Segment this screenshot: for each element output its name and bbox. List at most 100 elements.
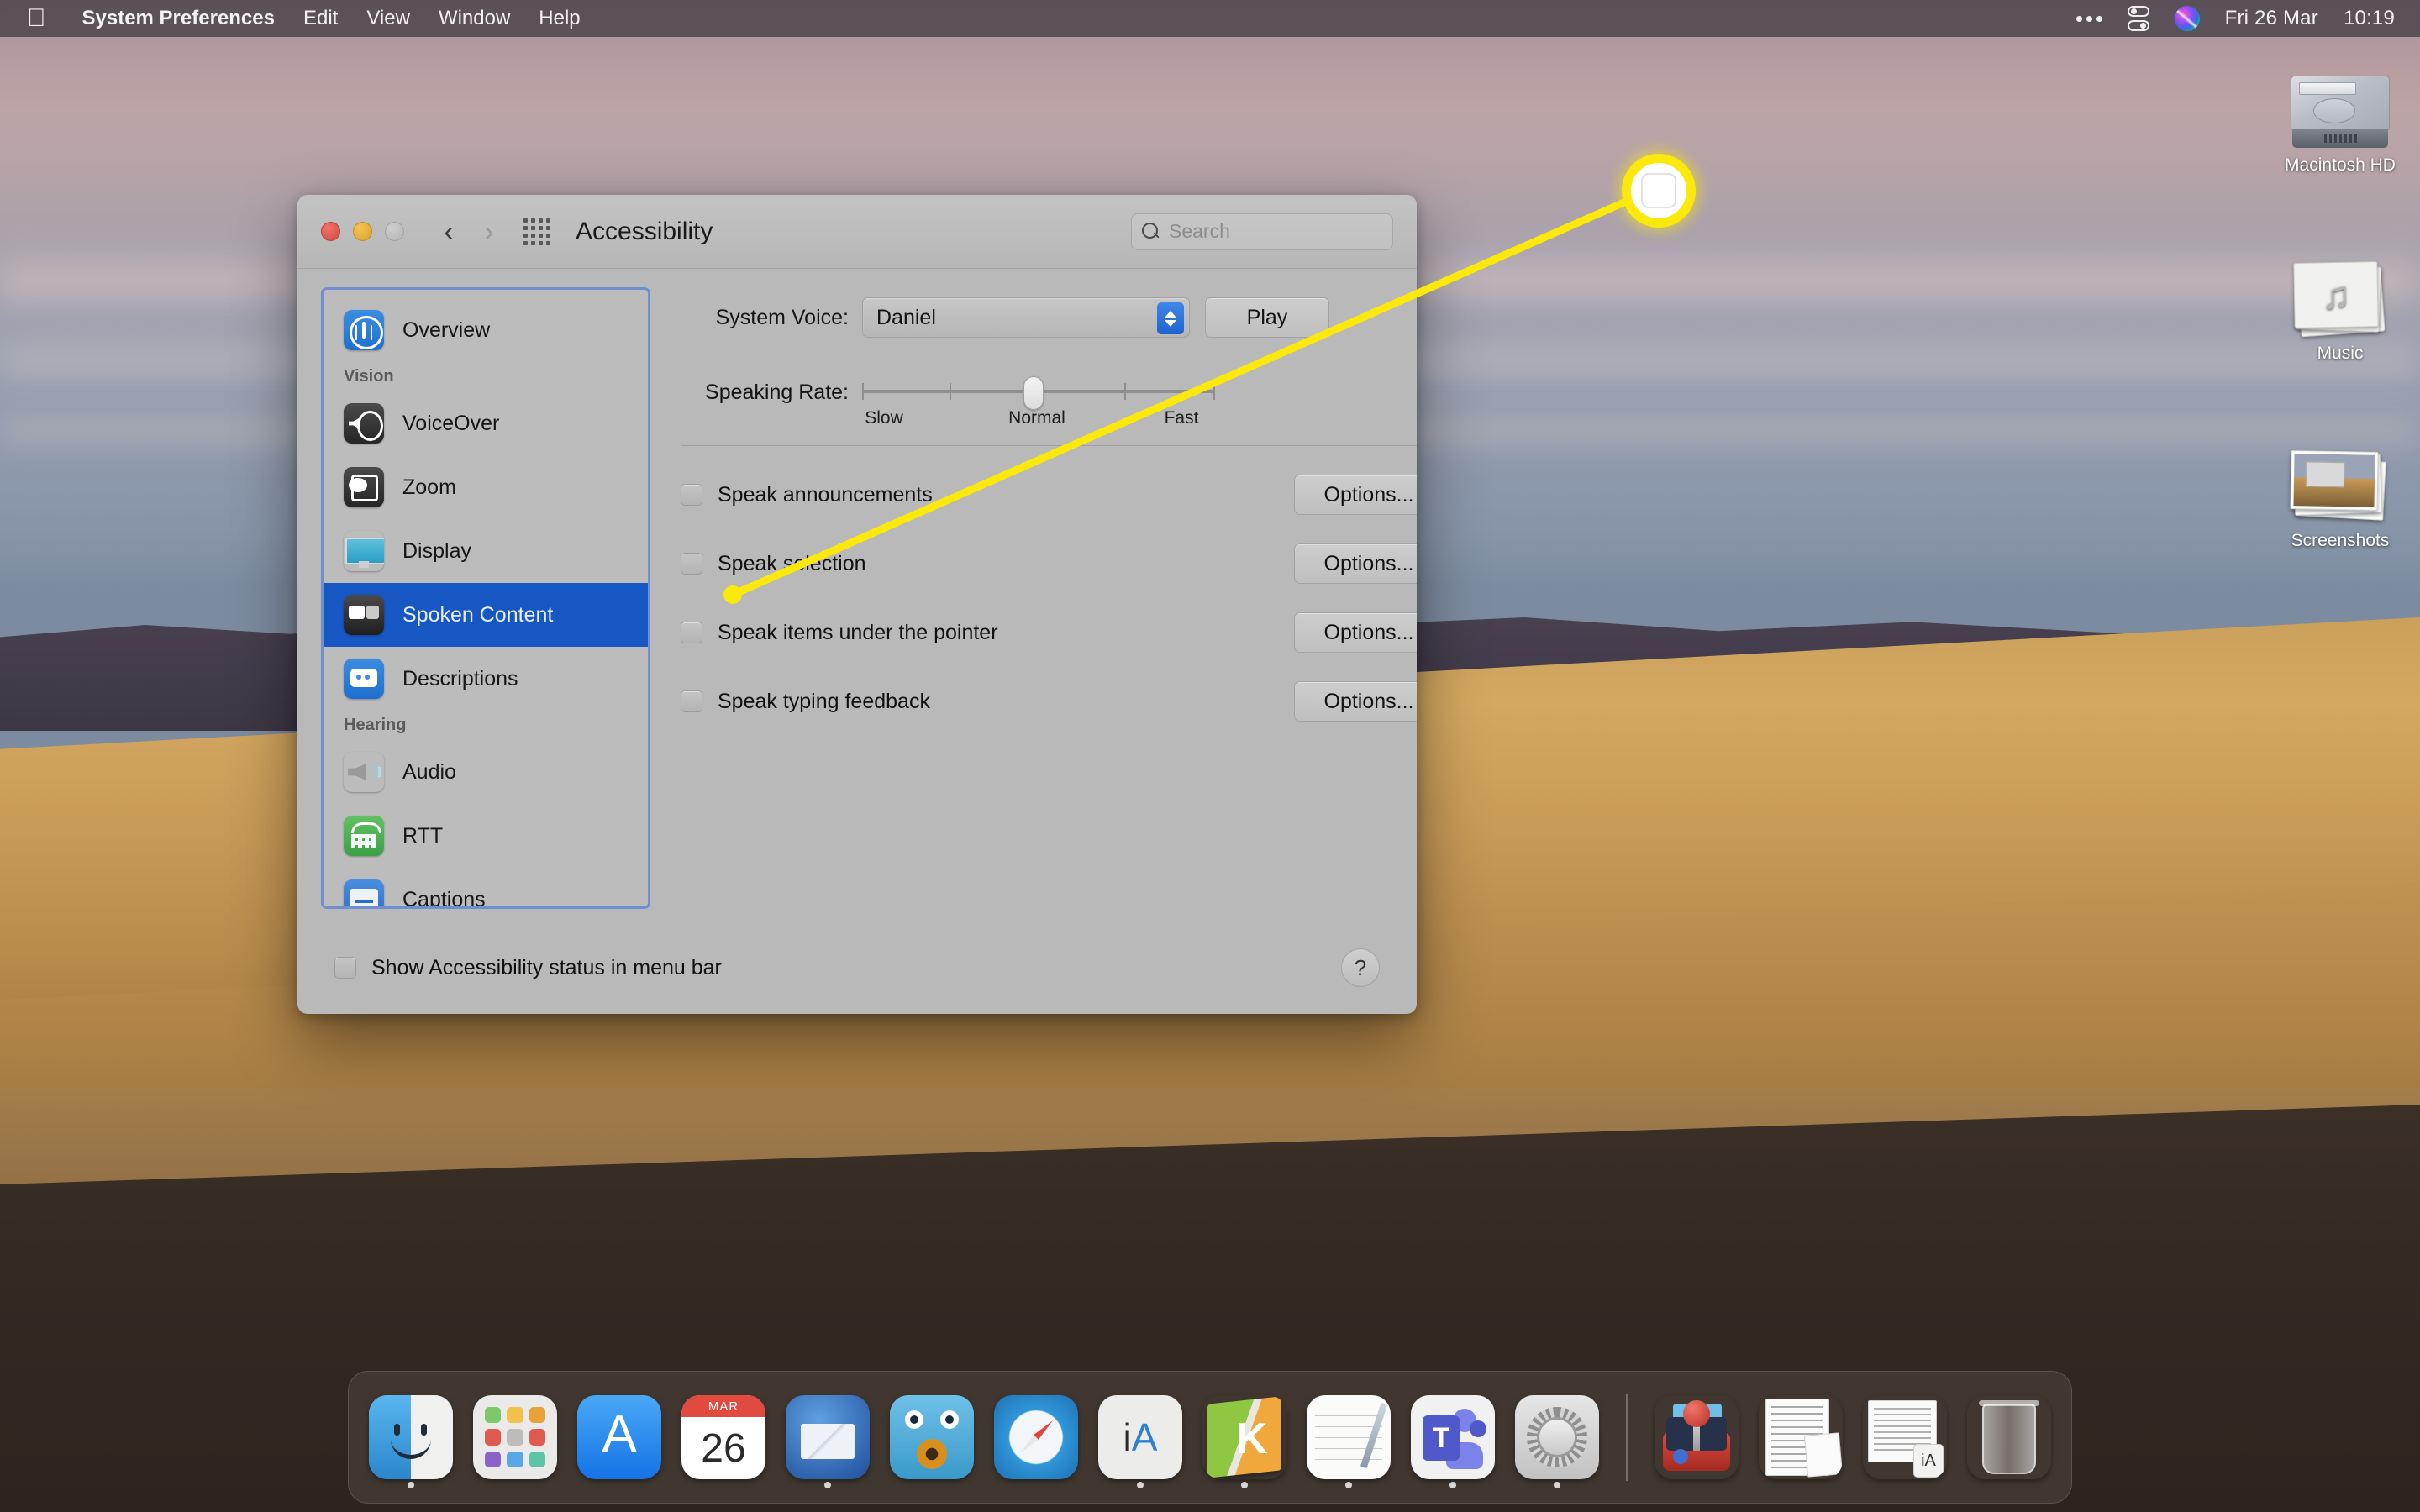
dock-item-ia-writer-document[interactable]: iA [1858,1383,1952,1492]
desktop-icon-label: Macintosh HD [2285,155,2396,175]
dock-item-documents-stack[interactable] [1754,1383,1848,1492]
callout-checkbox-icon [1641,173,1676,208]
sidebar-item-rtt[interactable]: RTT [324,804,648,868]
dock-item-microsoft-teams[interactable]: T [1406,1383,1500,1492]
search-input[interactable]: Search [1131,213,1393,250]
speech-options-group: Speak announcements Options... Speak sel… [681,475,1417,722]
dock-item-system-preferences[interactable] [1510,1383,1604,1492]
zoom-button[interactable] [385,222,404,241]
sidebar-item-display[interactable]: Display [324,519,648,583]
sidebar-item-voiceover[interactable]: VoiceOver [324,391,648,455]
display-monitor-icon [344,531,384,571]
speak-announcements-row: Speak announcements Options... [681,475,1417,515]
sidebar-item-label: Captions [402,887,486,909]
system-voice-row: System Voice: Daniel Play [681,297,1417,338]
sidebar-item-label: Overview [402,318,491,342]
show-accessibility-status-checkbox[interactable] [334,957,356,979]
dock-item-tweetbot[interactable] [885,1383,979,1492]
menu-item-view[interactable]: View [352,7,424,30]
descriptions-icon [344,659,384,699]
system-voice-label: System Voice: [715,305,849,329]
window-footer: Show Accessibility status in menu bar ? [297,921,1417,1014]
system-voice-select[interactable]: Daniel [862,297,1190,338]
speak-items-under-pointer-checkbox[interactable] [681,622,702,643]
spoken-content-pane: System Voice: Daniel Play Speaking Rate: [650,287,1417,932]
speak-announcements-label: Speak announcements [718,482,933,507]
dock-item-trash[interactable] [1962,1383,2056,1492]
sidebar-header-vision: Vision [344,367,394,386]
screenshots-stack-icon [2260,423,2420,523]
speak-selection-options-button[interactable]: Options... [1294,543,1417,584]
menubar-date[interactable]: Fri 26 Mar [2225,7,2318,30]
search-icon [1142,222,1160,241]
sidebar-item-label: Audio [402,759,456,784]
slider-tick [862,383,864,400]
audio-speaker-icon [344,752,384,792]
voiceover-icon [344,403,384,444]
dock-item-kindle[interactable]: K [1197,1383,1292,1492]
accessibility-sidebar[interactable]: Overview Vision VoiceOver Zoom Display S… [321,287,650,909]
page-title: Accessibility [576,217,713,245]
forward-chevron-icon[interactable]: › [473,213,505,250]
speak-typing-feedback-label: Speak typing feedback [718,689,930,713]
desktop-icon-macintosh-hd[interactable]: Macintosh HD [2260,47,2420,176]
dock-item-finder[interactable] [364,1383,458,1492]
back-chevron-icon[interactable]: ‹ [433,213,465,250]
grid-icon[interactable] [523,218,550,245]
help-button[interactable]: ? [1341,948,1380,987]
speak-selection-checkbox[interactable] [681,553,702,575]
sidebar-item-spoken-content[interactable]: Spoken Content [324,583,648,647]
sidebar-item-zoom[interactable]: Zoom [324,455,648,519]
annotation-callout-circle [1622,154,1696,228]
speak-announcements-options-button[interactable]: Options... [1294,475,1417,515]
sidebar-item-captions[interactable]: Captions [324,868,648,909]
minimize-button[interactable] [353,222,372,241]
siri-icon[interactable] [2174,6,2200,31]
speaking-rate-row: Speaking Rate: Slow Normal Fast [681,373,1417,428]
speak-typing-feedback-options-button[interactable]: Options... [1294,681,1417,722]
accessibility-icon [344,310,384,350]
sidebar-item-label: RTT [402,823,444,848]
dock-item-game-joystick[interactable] [1649,1383,1744,1492]
show-status-row: Show Accessibility status in menu bar [334,956,722,980]
slider-label-normal: Normal [1008,408,1065,428]
slider-tick [950,383,951,400]
rtt-phone-icon [344,816,384,856]
dock-item-launchpad[interactable] [468,1383,562,1492]
desktop-icon-screenshots[interactable]: Screenshots [2260,423,2420,552]
speak-typing-feedback-checkbox[interactable] [681,690,702,712]
play-button[interactable]: Play [1205,297,1329,338]
sidebar-item-descriptions[interactable]: Descriptions [324,647,648,711]
dock-item-thunderbird[interactable] [781,1383,875,1492]
close-button[interactable] [321,222,340,241]
speak-items-under-pointer-options-button[interactable]: Options... [1294,612,1417,653]
slider-thumb[interactable] [1023,376,1044,410]
menu-item-help[interactable]: Help [524,7,594,30]
desktop-icon-label: Music [2317,344,2364,363]
chevron-updown-icon [1157,302,1184,334]
sidebar-item-overview[interactable]: Overview [324,298,648,362]
sidebar-item-label: Descriptions [402,666,518,690]
desktop-icon-music[interactable]: ♫ Music [2260,235,2420,365]
show-accessibility-status-label: Show Accessibility status in menu bar [371,955,722,979]
menubar-time[interactable]: 10:19 [2344,7,2395,30]
menu-item-system-preferences[interactable]: System Preferences [68,7,289,30]
dock: A MAR 26 iA K T iA [348,1371,2072,1504]
menu-item-edit[interactable]: Edit [289,7,352,30]
dock-item-textedit[interactable] [1302,1383,1396,1492]
desktop-icon-label: Screenshots [2291,531,2390,550]
dock-divider [1626,1394,1628,1481]
control-center-icon[interactable] [2127,6,2149,31]
system-voice-value: Daniel [876,305,936,329]
apple-logo-icon[interactable]:  [27,6,46,31]
menu-item-window[interactable]: Window [424,7,524,30]
window-title-bar[interactable]: ‹ › Accessibility Search [297,195,1417,269]
ellipsis-icon[interactable] [2075,15,2102,22]
dock-item-safari[interactable] [989,1383,1083,1492]
dock-item-calendar[interactable]: MAR 26 [676,1383,771,1492]
speak-announcements-checkbox[interactable] [681,484,702,506]
dock-item-ia-writer[interactable]: iA [1093,1383,1187,1492]
speaking-rate-slider[interactable]: Slow Normal Fast [862,373,1215,428]
dock-item-app-store[interactable]: A [572,1383,666,1492]
sidebar-item-audio[interactable]: Audio [324,740,648,804]
